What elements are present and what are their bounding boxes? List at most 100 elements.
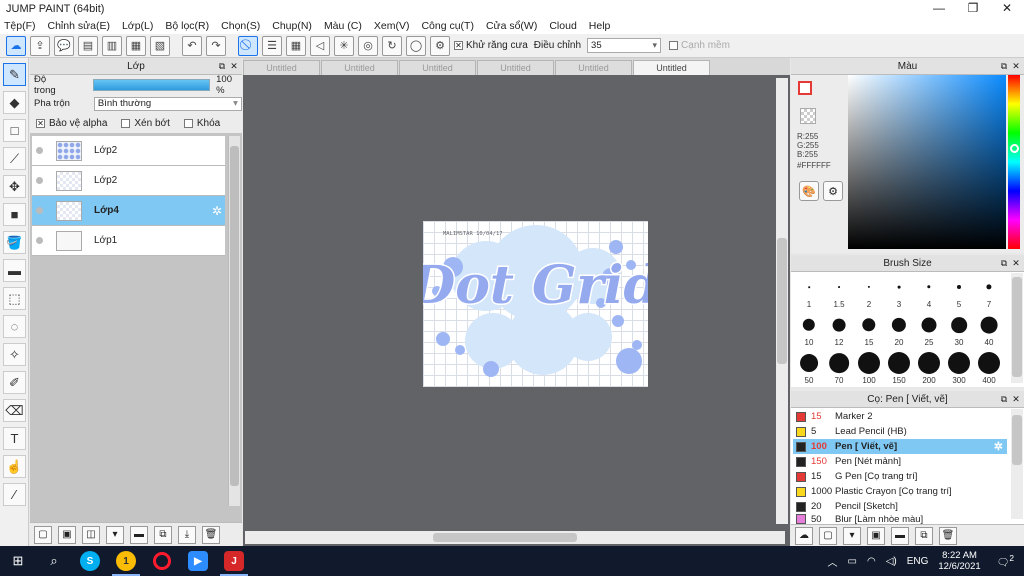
transparent-color-swatch[interactable] (800, 108, 816, 124)
wifi-icon[interactable]: ◠ (867, 556, 876, 567)
windows-start-icon[interactable]: ⊞ (0, 546, 36, 576)
canvas-horizontal-scrollbar[interactable] (245, 531, 785, 544)
perspective-ruler-icon[interactable]: ◁ (310, 35, 330, 56)
new-brush-icon[interactable]: ▢ (819, 526, 837, 545)
redo-icon[interactable]: ↷ (206, 35, 226, 56)
tray-up-arrow-icon[interactable]: ︿ (828, 554, 838, 569)
tab-untitled-1[interactable]: Untitled (243, 60, 320, 75)
visibility-icon[interactable] (36, 207, 43, 214)
duplicate-brush-icon[interactable]: ⧉ (915, 526, 933, 545)
gradient-tool-icon[interactable]: ▬ (3, 259, 26, 282)
no-ruler-icon[interactable]: ⃠ (238, 35, 258, 56)
brush-size-cell[interactable]: 1 (794, 273, 824, 311)
antialias-checkbox[interactable]: ✕ (454, 41, 463, 50)
new-8bit-layer-icon[interactable]: ▣ (58, 525, 76, 544)
brush-size-cell[interactable]: 10 (794, 311, 824, 349)
new-1bit-layer-icon[interactable]: ◫ (82, 525, 100, 544)
search-icon[interactable]: ⌕ (36, 546, 72, 576)
add-layer-menu-icon[interactable]: ▾ (106, 525, 124, 544)
lasso-tool-icon[interactable]: ◌ (3, 315, 26, 338)
brush-row[interactable]: 1000 Plastic Crayon [Cọ trang trí] (793, 484, 1007, 499)
text-box-icon[interactable]: ▤ (78, 35, 98, 56)
menu-window[interactable]: Cửa sổ(W) (486, 20, 537, 32)
brush-row[interactable]: 15 G Pen [Cọ trang trí] (793, 469, 1007, 484)
canvas-vertical-scrollbar[interactable] (776, 78, 788, 524)
concentric-ruler-icon[interactable]: ◎ (358, 35, 378, 56)
clip-checkbox[interactable] (121, 118, 131, 128)
brush-row[interactable]: 150 Pen [Nét mảnh] (793, 454, 1007, 469)
tab-untitled-active[interactable]: Untitled (633, 60, 710, 75)
brush-size-scrollbar[interactable] (1011, 273, 1023, 383)
undock-icon[interactable]: ⧉ (217, 61, 227, 71)
select-tool-icon[interactable]: ⬚ (3, 287, 26, 310)
undock-icon[interactable]: ⧉ (999, 394, 1009, 404)
cloud-icon[interactable]: ☁ (6, 35, 26, 56)
tab-untitled-4[interactable]: Untitled (477, 60, 554, 75)
brush-row[interactable]: 20 Pencil [Sketch] (793, 499, 1007, 514)
fill-rect-tool-icon[interactable]: ■ (3, 203, 26, 226)
folder-icon[interactable]: ▬ (130, 525, 148, 544)
menu-layer[interactable]: Lớp(L) (122, 20, 153, 32)
trash-icon[interactable]: 🗑 (202, 525, 220, 544)
foreground-color-swatch[interactable] (798, 81, 812, 95)
language-indicator[interactable]: ENG (907, 556, 929, 567)
select-eraser-icon[interactable]: ⌫ (3, 399, 26, 422)
brush-size-cell[interactable]: 70 (824, 349, 854, 387)
panel-close-icon[interactable]: ✕ (229, 61, 239, 71)
hand-tool-icon[interactable]: ☝ (3, 455, 26, 478)
brush-row[interactable]: 5 Lead Pencil (HB) (793, 424, 1007, 439)
palette-icon[interactable]: 🎨 (799, 181, 819, 201)
brush-size-cell[interactable]: 4 (914, 273, 944, 311)
close-button[interactable]: ✕ (990, 0, 1024, 17)
panel-close-icon[interactable]: ✕ (1011, 61, 1021, 71)
brush-size-cell[interactable]: 20 (884, 311, 914, 349)
opera-icon[interactable] (144, 546, 180, 576)
brush-size-cell[interactable]: 200 (914, 349, 944, 387)
volume-icon[interactable]: ◁) (886, 556, 897, 567)
menu-view[interactable]: Xem(V) (374, 20, 410, 32)
blend-mode-select[interactable]: Bình thường (93, 96, 242, 111)
layer-row[interactable]: Lớp2 (32, 166, 225, 196)
brush-size-cell[interactable]: 25 (914, 311, 944, 349)
clock[interactable]: 8:22 AM 12/6/2021 (938, 550, 980, 572)
visibility-icon[interactable] (36, 237, 43, 244)
brush-settings-icon[interactable]: ✲ (994, 440, 1003, 453)
maximize-button[interactable]: ❐ (956, 0, 990, 17)
merge-layer-icon[interactable]: ⤓ (178, 525, 196, 544)
panel-layout-icon[interactable]: ▦ (126, 35, 146, 56)
brush-size-cell[interactable]: 50 (794, 349, 824, 387)
layer-row-selected[interactable]: Lớp4 ✲ (32, 196, 225, 226)
layer-settings-icon[interactable]: ✲ (212, 204, 222, 218)
undock-icon[interactable]: ⧉ (999, 258, 1009, 268)
brush-size-cell[interactable]: 7 (974, 273, 1004, 311)
curve-ruler-icon[interactable]: ↻ (382, 35, 402, 56)
brush-size-cell[interactable]: 40 (974, 311, 1004, 349)
brush-size-cell[interactable]: 1.5 (824, 273, 854, 311)
menu-capture[interactable]: Chụp(N) (272, 20, 312, 32)
saturation-value-picker[interactable] (848, 75, 1006, 249)
brush-list-scrollbar[interactable] (1011, 409, 1023, 519)
chrome-icon[interactable]: 1 (108, 546, 144, 576)
magic-wand-icon[interactable]: ✧ (3, 343, 26, 366)
layer-row[interactable]: Lớp2 (32, 136, 225, 166)
minimize-button[interactable]: — (922, 0, 956, 17)
select-pen-icon[interactable]: ✐ (3, 371, 26, 394)
tab-untitled-5[interactable]: Untitled (555, 60, 632, 75)
undock-icon[interactable]: ⧉ (999, 61, 1009, 71)
menu-edit[interactable]: Chỉnh sửa(E) (48, 20, 110, 32)
hue-slider[interactable] (1008, 75, 1020, 249)
menu-select[interactable]: Chọn(S) (221, 20, 260, 32)
layer-row[interactable]: Lớp1 (32, 226, 225, 256)
brush-row[interactable]: 50 Blur [Làm nhòe màu] (793, 514, 1007, 524)
brush-row-selected[interactable]: 100 Pen [ Viết, vẽ] ✲ (793, 439, 1007, 454)
panel-close-icon[interactable]: ✕ (1011, 394, 1021, 404)
brush-size-cell[interactable]: 15 (854, 311, 884, 349)
eraser-tool-icon[interactable]: ◆ (3, 91, 26, 114)
brush-size-cell[interactable]: 300 (944, 349, 974, 387)
rectangle-select-icon[interactable]: □ (3, 119, 26, 142)
bucket-fill-icon[interactable]: 🪣 (3, 231, 26, 254)
menu-filter[interactable]: Bộ lọc(R) (165, 20, 209, 32)
brush-row[interactable]: 15 Marker 2 (793, 409, 1007, 424)
menu-cloud[interactable]: Cloud (549, 20, 576, 32)
adjust-select[interactable]: 35 (587, 38, 662, 53)
